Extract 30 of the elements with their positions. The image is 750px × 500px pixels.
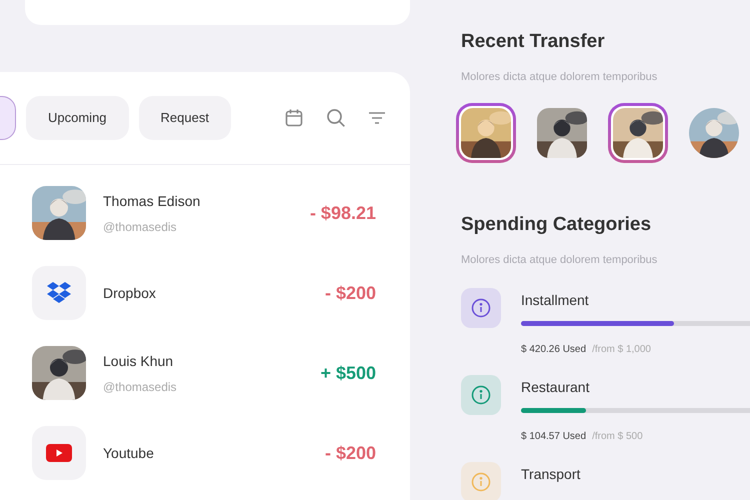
filter-icon[interactable] — [368, 110, 386, 126]
budget-limit: /from $ 1,000 — [592, 343, 651, 357]
app-logo-icon — [46, 444, 72, 462]
search-icon[interactable] — [326, 108, 346, 128]
contact-avatar[interactable] — [456, 103, 516, 163]
contact-name: Thomas Edison — [103, 192, 200, 210]
contact-name: Dropbox — [103, 284, 156, 303]
contact-avatar[interactable] — [608, 103, 668, 163]
filter-tab[interactable]: Upcoming — [26, 96, 129, 140]
section-subtitle: Molores dicta atque dolorem temporibus — [461, 70, 658, 84]
contact-name: Louis Khun — [103, 352, 174, 370]
used-amount: $ 420.26 Used — [521, 343, 586, 357]
section-subtitle: Molores dicta atque dolorem temporibus — [461, 252, 658, 268]
contact-handle: @thomasedis — [103, 218, 178, 236]
amount: + $500 — [320, 362, 376, 384]
section-title: Recent Transfer — [461, 30, 606, 54]
filter-tab[interactable]: Request — [138, 96, 231, 140]
category-name: Restaurant — [521, 378, 590, 397]
app-logo-icon — [46, 282, 72, 304]
amount: - $98.21 — [310, 202, 376, 224]
amount: - $200 — [324, 442, 376, 464]
category-name: Transport — [521, 465, 580, 484]
section-title: Spending Categories — [461, 213, 652, 237]
contact-handle: @thomasedis — [103, 378, 177, 396]
contact-name: Youtube — [103, 444, 154, 462]
category-name: Installment — [521, 291, 590, 310]
amount: - $200 — [324, 282, 376, 304]
budget-limit: /from $ 500 — [592, 430, 643, 444]
used-amount: $ 104.57 Used — [521, 430, 586, 444]
calendar-icon[interactable] — [284, 108, 304, 128]
